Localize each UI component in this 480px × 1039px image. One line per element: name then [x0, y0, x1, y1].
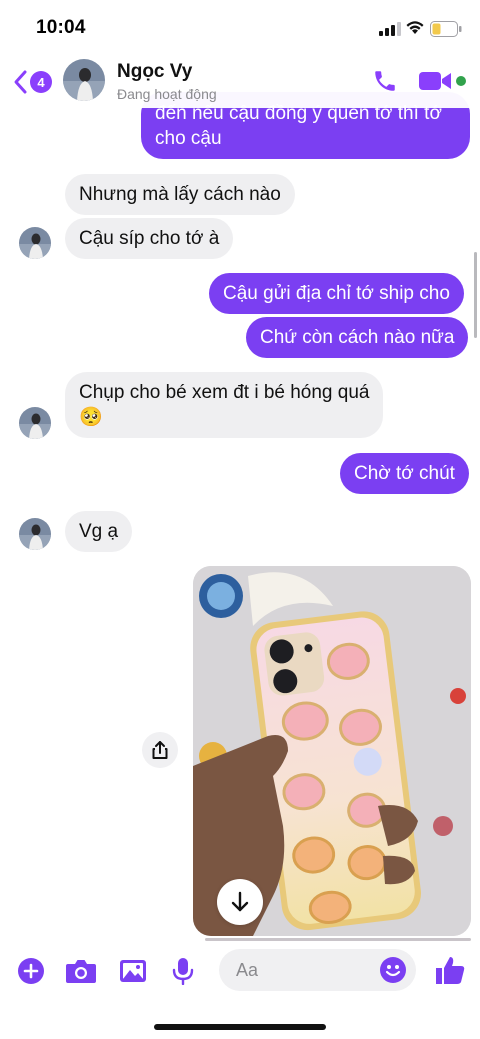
back-button[interactable]: 4: [12, 68, 52, 96]
sender-avatar[interactable]: [19, 227, 51, 259]
message-text: Vg ạ: [79, 521, 119, 542]
plus-button[interactable]: [16, 956, 46, 986]
contact-name[interactable]: Ngọc Vy: [117, 61, 192, 83]
status-bar: 10:04: [0, 0, 480, 56]
message-bubble-outgoing[interactable]: Chứ còn cách nào nữa: [246, 317, 469, 358]
message-text-line: Chụp cho bé xem đt i bé hóng quá: [79, 382, 370, 403]
home-indicator[interactable]: [154, 1024, 326, 1030]
pleading-face-emoji: 🥺: [79, 407, 103, 428]
unread-count-badge: 4: [30, 71, 52, 93]
share-button[interactable]: [142, 732, 178, 768]
chevron-left-icon: [14, 70, 27, 94]
image-icon: [120, 960, 146, 982]
status-time: 10:04: [36, 17, 86, 38]
message-bubble-incoming[interactable]: Vg ạ: [65, 511, 133, 552]
message-composer: Aa: [0, 944, 480, 1000]
wifi-icon: [406, 21, 424, 34]
voice-button[interactable]: [168, 956, 198, 986]
share-icon: [152, 741, 168, 759]
download-button[interactable]: [217, 879, 263, 925]
conversation-header: 4 Ngọc Vy Đang hoạt động: [0, 56, 480, 108]
camera-icon: [66, 960, 96, 983]
gallery-button[interactable]: [117, 956, 149, 986]
message-bubble-incoming[interactable]: Cậu síp cho tớ à: [65, 218, 234, 259]
cellular-signal-icon: [379, 22, 401, 36]
message-text: Chờ tớ chút: [354, 463, 455, 484]
online-indicator: [456, 76, 466, 86]
battery-icon: [430, 21, 462, 37]
message-text: Cậu síp cho tớ à: [79, 228, 220, 249]
microphone-icon: [172, 958, 194, 985]
message-bubble-incoming[interactable]: Chụp cho bé xem đt i bé hóng quá 🥺: [65, 372, 384, 438]
arrow-down-icon: [231, 891, 249, 912]
message-bubble-outgoing[interactable]: Chờ tớ chút: [340, 453, 469, 494]
video-call-icon[interactable]: [418, 69, 454, 93]
sender-avatar[interactable]: [19, 407, 51, 439]
sender-avatar[interactable]: [19, 518, 51, 550]
contact-avatar[interactable]: [63, 59, 105, 101]
message-bubble-outgoing[interactable]: Cậu gửi địa chỉ tớ ship cho: [209, 273, 464, 314]
thumbs-up-icon[interactable]: [434, 954, 466, 986]
message-text: Nhưng mà lấy cách nào: [79, 184, 281, 205]
camera-button[interactable]: [65, 956, 97, 986]
emoji-icon[interactable]: [379, 956, 407, 984]
message-text: Cậu gửi địa chỉ tớ ship cho: [223, 283, 450, 304]
message-input-placeholder: Aa: [236, 960, 259, 980]
message-text: Chứ còn cách nào nữa: [260, 327, 455, 348]
scrollbar[interactable]: [474, 252, 477, 338]
message-text-line: cho cậu: [155, 128, 222, 149]
next-photo-peek: [205, 938, 471, 941]
contact-status: Đang hoạt động: [117, 86, 217, 102]
message-input[interactable]: Aa: [219, 949, 416, 991]
plus-circle-icon: [18, 958, 44, 984]
message-bubble-incoming[interactable]: Nhưng mà lấy cách nào: [65, 174, 295, 215]
phone-call-icon[interactable]: [372, 68, 398, 94]
